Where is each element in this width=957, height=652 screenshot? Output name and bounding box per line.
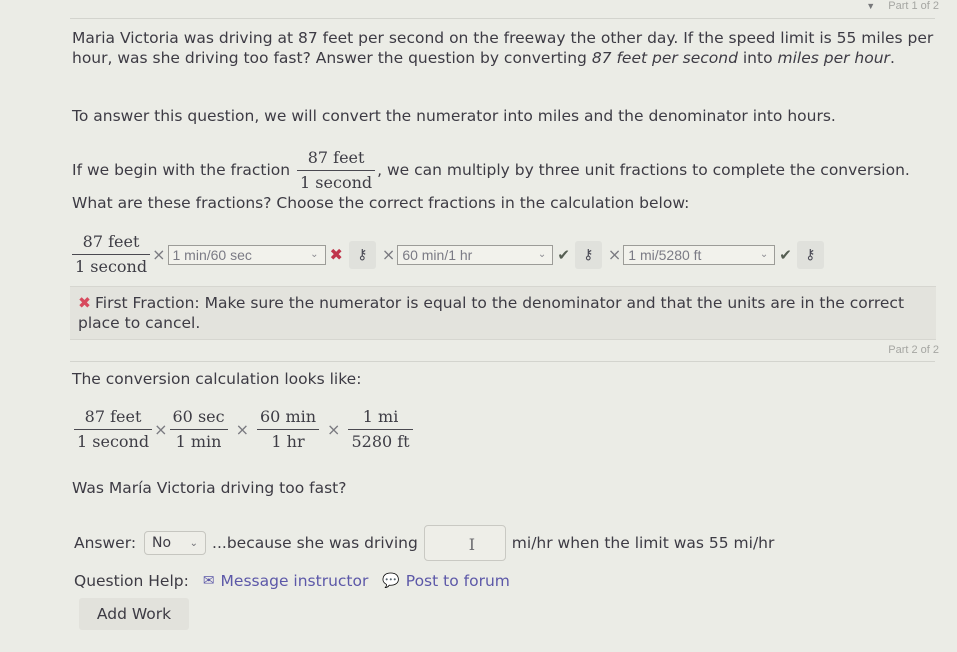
feedback-text: First Fraction: Make sure the numerator … bbox=[78, 294, 905, 332]
add-work-button[interactable]: Add Work bbox=[79, 598, 189, 630]
fraction-denominator: 1 min bbox=[175, 432, 222, 451]
link-label: Post to forum bbox=[405, 572, 510, 590]
conversion-fraction: 60 min 1 hr bbox=[257, 407, 320, 452]
fraction-denominator: 1 second bbox=[77, 432, 150, 451]
select-value: 60 min/1 hr bbox=[402, 246, 473, 263]
key-icon[interactable]: ⚷ bbox=[796, 240, 824, 269]
problem-text: . bbox=[889, 49, 895, 67]
collapse-triangle-icon[interactable]: ▼ bbox=[866, 1, 875, 11]
correct-icon: ✔ bbox=[557, 245, 570, 264]
correct-icon: ✔ bbox=[779, 245, 792, 264]
divider bbox=[70, 18, 935, 19]
answer-label: Answer: bbox=[74, 534, 137, 552]
fraction-numerator: 87 feet bbox=[297, 148, 376, 171]
speech-bubble-icon: 💬 bbox=[382, 573, 400, 589]
part-2-label: Part 2 of 2 bbox=[888, 344, 939, 356]
select-value: No bbox=[152, 535, 172, 551]
fraction-denominator: 5280 ft bbox=[351, 432, 410, 451]
question-page: ▼ Part 1 of 2 Maria Victoria was driving… bbox=[0, 0, 957, 652]
problem-text: into bbox=[737, 49, 778, 67]
times-sign: × bbox=[607, 245, 622, 264]
key-icon[interactable]: ⚷ bbox=[574, 240, 602, 269]
error-icon: ✖ bbox=[78, 294, 91, 312]
answer-text: ...because she was driving bbox=[212, 534, 418, 552]
times-sign: × bbox=[154, 420, 168, 439]
incorrect-icon: ✖ bbox=[329, 245, 343, 264]
conversion-fraction: 87 feet 1 second bbox=[74, 407, 153, 452]
help-label: Question Help: bbox=[74, 572, 189, 590]
link-label: Message instructor bbox=[220, 572, 369, 590]
envelope-icon: ✉ bbox=[202, 573, 215, 589]
instruction-text: If we begin with the fraction 87 feet 1 … bbox=[72, 148, 942, 213]
problem-emphasis: miles per hour bbox=[777, 49, 890, 67]
fraction-numerator: 1 mi bbox=[348, 407, 413, 430]
answer-text: mi/hr when the limit was 55 mi/hr bbox=[511, 534, 775, 552]
fraction-denominator: 1 hr bbox=[271, 432, 305, 451]
start-fraction: 87 feet 1 second bbox=[72, 232, 151, 277]
speed-input[interactable]: I bbox=[423, 525, 506, 561]
fraction-denominator: 1 second bbox=[75, 257, 148, 276]
post-to-forum-link[interactable]: 💬 Post to forum bbox=[382, 572, 510, 590]
problem-statement: Maria Victoria was driving at 87 feet pe… bbox=[72, 28, 942, 68]
answer-select[interactable]: No ⌄ bbox=[144, 531, 207, 555]
times-sign: × bbox=[327, 420, 341, 439]
chevron-down-icon: ⌄ bbox=[537, 249, 547, 260]
select-value: 1 mi/5280 ft bbox=[628, 246, 702, 263]
start-fraction: 87 feet 1 second bbox=[297, 148, 376, 193]
unit-fraction-calculation: 87 feet 1 second × 1 min/60 sec ⌄ ✖ ⚷ × … bbox=[72, 232, 828, 277]
instruction-part: If we begin with the fraction bbox=[72, 161, 291, 179]
feedback-message: ✖ First Fraction: Make sure the numerator… bbox=[70, 286, 936, 340]
divider bbox=[70, 361, 935, 362]
conversion-fraction: 60 sec 1 min bbox=[169, 407, 228, 452]
text-cursor-icon: I bbox=[468, 535, 476, 554]
question-help: Question Help: ✉ Message instructor 💬 Po… bbox=[74, 572, 510, 590]
fraction-numerator: 87 feet bbox=[72, 232, 151, 255]
times-sign: × bbox=[152, 245, 166, 264]
conversion-calculation: 87 feet 1 second × 60 sec 1 min × 60 min… bbox=[74, 407, 413, 452]
answer-row: Answer: No ⌄ ...because she was driving … bbox=[74, 525, 774, 561]
chevron-down-icon: ⌄ bbox=[759, 249, 769, 260]
chevron-down-icon: ⌄ bbox=[310, 249, 319, 260]
fraction-select-3[interactable]: 1 mi/5280 ft ⌄ bbox=[623, 244, 776, 265]
plan-text: To answer this question, we will convert… bbox=[72, 107, 836, 125]
conversion-intro: The conversion calculation looks like: bbox=[72, 370, 362, 388]
fraction-numerator: 60 min bbox=[257, 407, 320, 430]
fraction-numerator: 60 sec bbox=[169, 407, 228, 430]
chevron-down-icon: ⌄ bbox=[189, 537, 199, 549]
part-1-label: Part 1 of 2 bbox=[888, 0, 939, 12]
key-icon[interactable]: ⚷ bbox=[348, 240, 376, 269]
message-instructor-link[interactable]: ✉ Message instructor bbox=[203, 572, 369, 590]
part-1-header[interactable]: ▼ Part 1 of 2 bbox=[866, 0, 939, 12]
question-text: Was María Victoria driving too fast? bbox=[72, 479, 347, 497]
fraction-numerator: 87 feet bbox=[74, 407, 153, 430]
times-sign: × bbox=[235, 420, 249, 439]
fraction-select-2[interactable]: 60 min/1 hr ⌄ bbox=[397, 244, 554, 265]
fraction-select-1[interactable]: 1 min/60 sec ⌄ bbox=[167, 244, 326, 265]
problem-emphasis: 87 feet per second bbox=[591, 49, 738, 67]
times-sign: × bbox=[381, 245, 396, 264]
fraction-denominator: 1 second bbox=[300, 173, 373, 192]
select-value: 1 min/60 sec bbox=[172, 246, 252, 263]
conversion-fraction: 1 mi 5280 ft bbox=[348, 407, 413, 452]
